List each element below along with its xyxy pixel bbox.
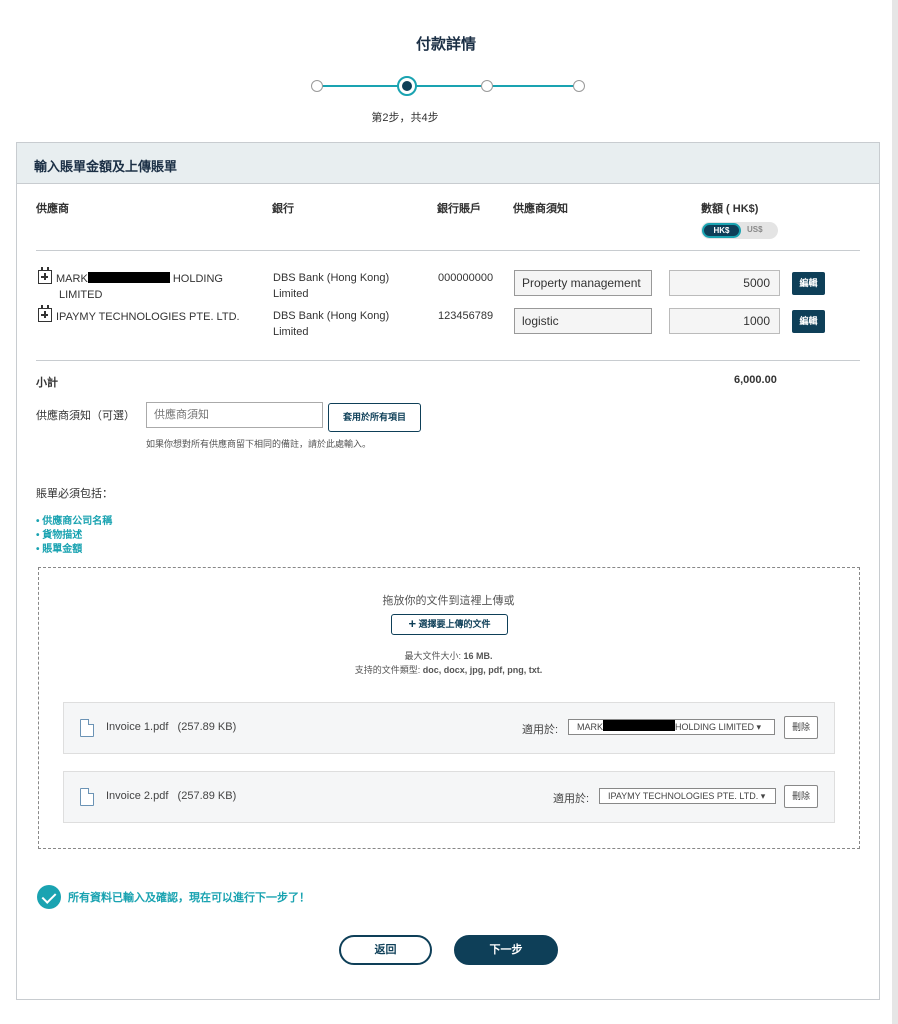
currency-usd[interactable]: US$ <box>747 225 763 234</box>
uploaded-file-row: Invoice 2.pdf (257.89 KB) 適用於: IPAYMY TE… <box>63 771 835 823</box>
check-circle-icon <box>37 885 61 909</box>
edit-button[interactable]: 編輯 <box>792 272 825 295</box>
section-title: 輸入賬單金額及上傳賬單 <box>34 159 178 174</box>
redacted-text <box>87 272 170 283</box>
table-divider-bottom <box>36 360 860 361</box>
max-size-text: 最大文件大小: 16 MB. <box>404 651 493 661</box>
redacted-text <box>603 720 676 731</box>
amount-input[interactable]: 1000 <box>669 308 780 334</box>
back-button[interactable]: 返回 <box>339 935 432 965</box>
supplier-note-input[interactable]: Property management <box>514 270 652 296</box>
header-account: 銀行賬戶 <box>437 203 481 215</box>
next-button[interactable]: 下一步 <box>454 935 558 965</box>
step-2-dot-active <box>397 76 417 96</box>
requirement-item: • 供應商公司名稱 <box>36 516 113 527</box>
currency-hkd[interactable]: HK$ <box>702 223 741 238</box>
expand-row-icon[interactable] <box>38 267 52 284</box>
uploaded-file-row: Invoice 1.pdf (257.89 KB) 適用於: MARK HOLDI… <box>63 702 835 754</box>
table-row-bank: DBS Bank (Hong Kong) Limited <box>273 310 390 338</box>
section-header: 輸入賬單金額及上傳賬單 <box>17 143 879 184</box>
applies-to-label: 適用於: <box>553 793 590 805</box>
step-1-dot <box>311 80 323 92</box>
requirements-title: 賬單必須包括： <box>36 488 113 500</box>
payment-card: 輸入賬單金額及上傳賬單 供應商 銀行 銀行賬戶 供應商須知 數額 ( HK$) … <box>16 142 880 1000</box>
amount-input[interactable]: 5000 <box>669 270 780 296</box>
edit-button[interactable]: 編輯 <box>792 310 825 333</box>
table-divider-top <box>36 250 860 251</box>
delete-file-button[interactable]: 刪除 <box>784 716 818 739</box>
applies-to-select[interactable]: IPAYMY TECHNOLOGIES PTE. LTD. ▾ <box>599 788 776 804</box>
currency-toggle[interactable]: HK$ US$ <box>701 222 778 239</box>
file-name: Invoice 2.pdf (257.89 KB) <box>106 790 237 802</box>
document-icon <box>80 788 94 806</box>
notes-all-input[interactable] <box>146 402 323 428</box>
page-scrollbar-gutter <box>892 0 898 1024</box>
step-4-dot <box>573 80 585 92</box>
file-types-text: 支持的文件類型: doc, docx, jpg, pdf, png, txt. <box>354 665 543 675</box>
choose-file-label: 選擇要上傳的文件 <box>418 619 491 629</box>
header-amount: 數額 ( HK$) <box>701 203 759 215</box>
subtotal-label: 小計 <box>36 377 58 389</box>
file-name: Invoice 1.pdf (257.89 KB) <box>106 721 237 733</box>
document-icon <box>80 719 94 737</box>
subtotal-value: 6,000.00 <box>734 374 777 386</box>
table-row-supplier: IPAYMY TECHNOLOGIES PTE. LTD. <box>38 305 268 325</box>
apply-all-button[interactable]: 套用於所有項目 <box>328 403 421 432</box>
delete-file-button[interactable]: 刪除 <box>784 785 818 808</box>
step-3-dot <box>481 80 493 92</box>
page-title: 付款詳情 <box>415 36 476 53</box>
applies-to-label: 適用於: <box>522 724 559 736</box>
dropdown-caret-icon: ▾ <box>756 722 762 732</box>
header-note: 供應商須知 <box>513 203 568 215</box>
applies-to-select[interactable]: MARK HOLDING LIMITED ▾ <box>568 719 775 735</box>
table-row-supplier: MARK HOLDING LIMITED <box>38 267 248 303</box>
header-bank: 銀行 <box>272 203 294 215</box>
table-row-account: 123456789 <box>438 310 494 322</box>
notes-all-hint: 如果你想對所有供應商留下相同的備註，請於此處輸入。 <box>146 439 372 449</box>
stepper-line <box>317 85 581 87</box>
step-counter-text: 第2步，共4步 <box>371 112 439 124</box>
progress-stepper <box>309 75 589 97</box>
confirmation-message: 所有資料已輸入及確認，現在可以進行下一步了！ <box>68 892 310 904</box>
choose-file-button[interactable]: + 選擇要上傳的文件 <box>391 614 508 635</box>
dropzone-text: 拖放你的文件到這裡上傳或 <box>382 595 515 607</box>
notes-all-label: 供應商須知（可選） <box>36 410 135 422</box>
plus-icon: + <box>408 616 417 631</box>
supplier-note-input[interactable]: logistic <box>514 308 652 334</box>
table-row-account: 000000000 <box>438 272 494 284</box>
expand-row-icon[interactable] <box>38 305 52 322</box>
file-dropzone[interactable]: 拖放你的文件到這裡上傳或 + 選擇要上傳的文件 最大文件大小: 16 MB. 支… <box>38 567 860 849</box>
requirement-item: • 賬單金額 <box>36 544 83 555</box>
table-row-bank: DBS Bank (Hong Kong) Limited <box>273 272 390 300</box>
dropdown-caret-icon: ▾ <box>760 791 766 801</box>
header-supplier: 供應商 <box>36 203 69 215</box>
requirement-item: • 貨物描述 <box>36 530 83 541</box>
